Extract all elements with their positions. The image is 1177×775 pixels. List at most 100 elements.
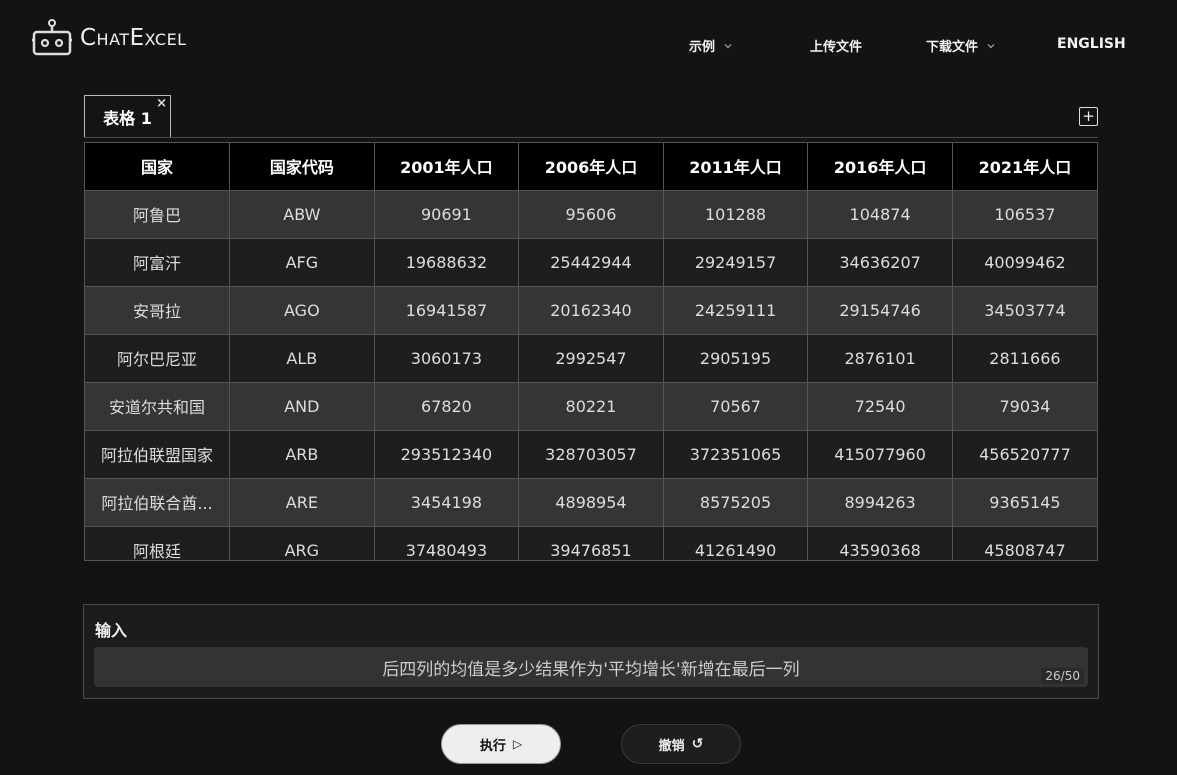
table-cell[interactable]: ARG (229, 525, 375, 560)
table-cell[interactable]: AFG (229, 237, 375, 286)
table-cell[interactable]: 29154746 (807, 285, 953, 334)
nav-download[interactable]: 下载文件 (926, 36, 996, 55)
table-cell[interactable]: 79034 (952, 381, 1097, 430)
column-header[interactable]: 2016年人口 (807, 143, 953, 190)
close-icon[interactable]: × (156, 96, 167, 111)
table-cell[interactable]: 40099462 (952, 237, 1097, 286)
table-cell[interactable]: 293512340 (374, 429, 520, 478)
run-button-label: 执行 (479, 738, 506, 754)
table-cell[interactable]: 72540 (807, 381, 953, 430)
query-input[interactable]: 后四列的均值是多少结果作为'平均增长'新增在最后一列 26/50 (94, 647, 1088, 687)
table-cell[interactable]: 45808747 (952, 525, 1097, 560)
table-cell[interactable]: ARE (229, 477, 375, 526)
data-table[interactable]: 国家 国家代码 2001年人口 2006年人口 2011年人口 2016年人口 … (84, 142, 1098, 561)
table-cell[interactable]: 24259111 (663, 285, 809, 334)
table-cell[interactable]: 阿富汗 (85, 237, 231, 286)
query-text: 后四列的均值是多少结果作为'平均增长'新增在最后一列 (382, 659, 800, 680)
nav-upload[interactable]: 上传文件 (810, 36, 862, 55)
table-cell[interactable]: 328703057 (518, 429, 664, 478)
table-cell[interactable]: 456520777 (952, 429, 1097, 478)
table-cell[interactable]: 106537 (952, 189, 1097, 238)
table-cell[interactable]: 41261490 (663, 525, 809, 560)
table-cell[interactable]: 37480493 (374, 525, 520, 560)
table-cell[interactable]: AND (229, 381, 375, 430)
header: ChatExcel 示例 上传文件 下载文件 ENGLISH (0, 0, 1177, 88)
robot-icon (32, 19, 72, 56)
table-row: 阿鲁巴 ABW 90691 95606 101288 104874 106537 (85, 189, 1097, 238)
run-button[interactable]: 执行 ▷ (441, 724, 561, 764)
table-cell[interactable]: 372351065 (663, 429, 809, 478)
char-counter: 26/50 (1041, 668, 1084, 684)
table-cell[interactable]: AGO (229, 285, 375, 334)
table-cell[interactable]: 70567 (663, 381, 809, 430)
table-row: 安哥拉 AGO 16941587 20162340 24259111 29154746 34… (85, 285, 1097, 334)
table-cell[interactable]: 2905195 (663, 333, 809, 382)
table-cell[interactable]: 20162340 (518, 285, 664, 334)
table-row: 阿尔巴尼亚 ALB 3060173 2992547 2905195 2876101 2811… (85, 333, 1097, 382)
table-cell[interactable]: 16941587 (374, 285, 520, 334)
table-cell[interactable]: 9365145 (952, 477, 1097, 526)
table-cell[interactable]: 19688632 (374, 237, 520, 286)
table-cell[interactable]: 安哥拉 (85, 285, 231, 334)
table-cell[interactable]: 8994263 (807, 477, 953, 526)
table-cell[interactable]: 67820 (374, 381, 520, 430)
table-cell[interactable]: 25442944 (518, 237, 664, 286)
add-sheet-button[interactable]: + (1079, 107, 1098, 126)
chevron-down-icon (723, 41, 733, 51)
column-header[interactable]: 国家 (85, 143, 231, 190)
table-row: 阿富汗 AFG 19688632 25442944 29249157 34636207 40… (85, 237, 1097, 286)
table-cell[interactable]: 安道尔共和国 (85, 381, 231, 430)
nav-examples-label: 示例 (689, 40, 716, 55)
column-header[interactable]: 国家代码 (229, 143, 375, 190)
undo-icon: ↺ (691, 736, 704, 752)
table-cell[interactable]: 90691 (374, 189, 520, 238)
table-row: 阿拉伯联盟国家 ARB 293512340 328703057 372351065 415… (85, 429, 1097, 478)
input-label: 输入 (95, 621, 128, 640)
input-panel: 输入 后四列的均值是多少结果作为'平均增长'新增在最后一列 26/50 (83, 604, 1099, 699)
table-cell[interactable]: 8575205 (663, 477, 809, 526)
nav-language-toggle[interactable]: ENGLISH (1057, 36, 1126, 52)
table-cell[interactable]: ABW (229, 189, 375, 238)
table-cell[interactable]: 2992547 (518, 333, 664, 382)
table-cell[interactable]: 95606 (518, 189, 664, 238)
table-cell[interactable]: 101288 (663, 189, 809, 238)
table-cell[interactable]: 阿鲁巴 (85, 189, 231, 238)
table-row: 阿根廷 ARG 37480493 39476851 41261490 43590368 45… (85, 525, 1097, 560)
nav-examples[interactable]: 示例 (689, 36, 733, 55)
table-cell[interactable]: 阿拉伯联合酋... (85, 477, 231, 526)
table-cell[interactable]: 3060173 (374, 333, 520, 382)
chevron-down-icon (986, 41, 996, 51)
table-cell[interactable]: 4898954 (518, 477, 664, 526)
table-cell[interactable]: 39476851 (518, 525, 664, 560)
table-row: 安道尔共和国 AND 67820 80221 70567 72540 79034 (85, 381, 1097, 430)
play-icon: ▷ (512, 737, 523, 751)
table-header-row: 国家 国家代码 2001年人口 2006年人口 2011年人口 2016年人口 … (85, 143, 1097, 190)
table-cell[interactable]: 43590368 (807, 525, 953, 560)
table-cell[interactable]: ARB (229, 429, 375, 478)
table-cell[interactable]: 阿尔巴尼亚 (85, 333, 231, 382)
column-header[interactable]: 2001年人口 (374, 143, 520, 190)
table-cell[interactable]: 29249157 (663, 237, 809, 286)
undo-button-label: 撤销 (658, 738, 685, 754)
undo-button[interactable]: 撤销 ↺ (621, 724, 741, 764)
logo[interactable]: ChatExcel (32, 18, 187, 58)
table-cell[interactable]: ALB (229, 333, 375, 382)
column-header[interactable]: 2011年人口 (663, 143, 809, 190)
table-cell[interactable]: 80221 (518, 381, 664, 430)
table-cell[interactable]: 阿拉伯联盟国家 (85, 429, 231, 478)
table-cell[interactable]: 2811666 (952, 333, 1097, 382)
nav-upload-label: 上传文件 (810, 40, 863, 55)
table-cell[interactable]: 415077960 (807, 429, 953, 478)
tab-sheet-1[interactable]: 表格 1 × (84, 95, 171, 137)
column-header[interactable]: 2006年人口 (518, 143, 664, 190)
tab-label: 表格 1 (103, 108, 152, 128)
table-cell[interactable]: 34503774 (952, 285, 1097, 334)
table-cell[interactable]: 104874 (807, 189, 953, 238)
table-cell[interactable]: 阿根廷 (85, 525, 231, 560)
table-cell[interactable]: 3454198 (374, 477, 520, 526)
table-cell[interactable]: 34636207 (807, 237, 953, 286)
table-row: 阿拉伯联合酋... ARE 3454198 4898954 8575205 8994263… (85, 477, 1097, 526)
table-cell[interactable]: 2876101 (807, 333, 953, 382)
app-title: ChatExcel (80, 25, 187, 51)
column-header[interactable]: 2021年人口 (952, 143, 1097, 190)
